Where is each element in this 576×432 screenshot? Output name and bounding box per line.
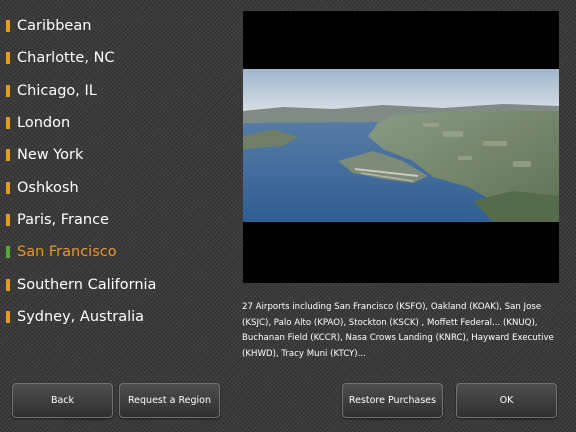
region-item-san-francisco[interactable]: San Francisco [6, 236, 236, 268]
marker-icon [6, 20, 10, 33]
region-item-chicago[interactable]: Chicago, IL [6, 75, 236, 107]
region-item-oshkosh[interactable]: Oshkosh [6, 171, 236, 203]
region-label: Paris, France [17, 211, 109, 228]
ok-button[interactable]: OK [456, 383, 557, 418]
marker-icon [6, 149, 10, 162]
region-label: Southern California [17, 276, 157, 293]
region-label: New York [17, 147, 84, 164]
marker-icon [6, 181, 10, 194]
marker-icon [6, 117, 10, 130]
region-label: Chicago, IL [17, 82, 97, 99]
back-button[interactable]: Back [12, 383, 113, 418]
region-label: San Francisco [17, 244, 117, 261]
region-item-sydney[interactable]: Sydney, Australia [6, 301, 236, 333]
region-item-charlotte[interactable]: Charlotte, NC [6, 42, 236, 74]
request-region-button[interactable]: Request a Region [119, 383, 220, 418]
region-label: Sydney, Australia [17, 308, 145, 325]
marker-icon [6, 52, 10, 65]
region-item-new-york[interactable]: New York [6, 139, 236, 171]
marker-icon [6, 84, 10, 97]
marker-icon [6, 310, 10, 323]
region-description: 27 Airports including San Francisco (KSF… [242, 302, 554, 359]
region-label: London [17, 115, 71, 132]
region-label: Caribbean [17, 18, 92, 35]
marker-icon [6, 278, 10, 291]
restore-purchases-button[interactable]: Restore Purchases [342, 383, 443, 418]
region-label: Oshkosh [17, 179, 79, 196]
aerial-view-image [243, 11, 559, 283]
marker-icon [6, 246, 10, 259]
marker-icon [6, 213, 10, 226]
region-label: Charlotte, NC [17, 50, 115, 67]
region-list: Caribbean Charlotte, NC Chicago, IL Lond… [6, 10, 236, 333]
region-item-southern-california[interactable]: Southern California [6, 268, 236, 300]
region-item-paris[interactable]: Paris, France [6, 204, 236, 236]
region-preview-image [243, 11, 559, 283]
region-item-caribbean[interactable]: Caribbean [6, 10, 236, 42]
region-item-london[interactable]: London [6, 107, 236, 139]
